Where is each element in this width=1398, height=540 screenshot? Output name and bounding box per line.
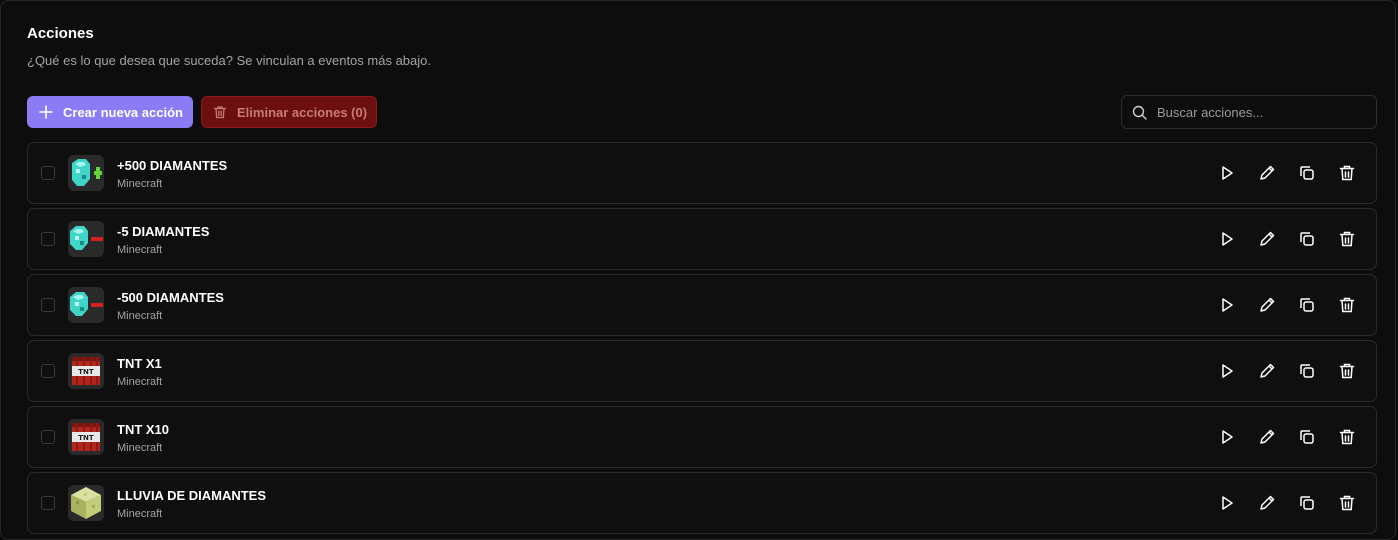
edit-icon[interactable] <box>1258 164 1276 182</box>
action-row[interactable]: +500 DIAMANTES Minecraft <box>27 142 1377 204</box>
edit-icon[interactable] <box>1258 230 1276 248</box>
edit-icon[interactable] <box>1258 362 1276 380</box>
edit-icon[interactable] <box>1258 428 1276 446</box>
action-source: Minecraft <box>117 244 163 256</box>
row-actions <box>1218 296 1356 314</box>
action-row[interactable]: TNT TNT X10 Minecraft <box>27 406 1377 468</box>
action-source: Minecraft <box>117 310 163 322</box>
play-icon[interactable] <box>1218 296 1236 314</box>
trash-icon[interactable] <box>1338 230 1356 248</box>
action-name: LLUVIA DE DIAMANTES <box>117 488 267 503</box>
action-name: -5 DIAMANTES <box>117 224 210 239</box>
sponge-block-icon <box>68 485 104 521</box>
delete-actions-button[interactable]: Eliminar acciones (0) <box>201 96 377 128</box>
copy-icon[interactable] <box>1298 164 1316 182</box>
action-source: Minecraft <box>117 178 163 190</box>
create-action-button[interactable]: Crear nueva acción <box>27 96 193 128</box>
trash-icon[interactable] <box>1338 494 1356 512</box>
row-checkbox[interactable] <box>41 298 55 312</box>
action-name: -500 DIAMANTES <box>117 290 224 305</box>
trash-icon[interactable] <box>1338 164 1356 182</box>
row-actions <box>1218 428 1356 446</box>
trash-icon[interactable] <box>1338 428 1356 446</box>
page-title: Acciones <box>27 25 94 42</box>
tnt-icon: TNT <box>68 353 104 389</box>
copy-icon[interactable] <box>1298 230 1316 248</box>
create-action-label: Crear nueva acción <box>63 104 183 120</box>
play-icon[interactable] <box>1218 164 1236 182</box>
copy-icon[interactable] <box>1298 362 1316 380</box>
svg-text:TNT: TNT <box>78 368 94 376</box>
search-input[interactable] <box>1155 103 1369 121</box>
diamond-minus-icon <box>68 287 104 323</box>
action-row[interactable]: TNT TNT X1 Minecraft <box>27 340 1377 402</box>
play-icon[interactable] <box>1218 428 1236 446</box>
plus-icon <box>39 105 53 119</box>
search-box[interactable] <box>1121 95 1377 129</box>
trash-icon[interactable] <box>1338 296 1356 314</box>
edit-icon[interactable] <box>1258 296 1276 314</box>
row-actions <box>1218 494 1356 512</box>
action-name: TNT X10 <box>117 422 170 437</box>
action-source: Minecraft <box>117 442 163 454</box>
row-checkbox[interactable] <box>41 232 55 246</box>
edit-icon[interactable] <box>1258 494 1276 512</box>
row-actions <box>1218 362 1356 380</box>
play-icon[interactable] <box>1218 362 1236 380</box>
play-icon[interactable] <box>1218 494 1236 512</box>
action-name: +500 DIAMANTES <box>117 158 228 173</box>
row-checkbox[interactable] <box>41 496 55 510</box>
tnt-icon: TNT <box>68 419 104 455</box>
copy-icon[interactable] <box>1298 296 1316 314</box>
action-row[interactable]: -500 DIAMANTES Minecraft <box>27 274 1377 336</box>
copy-icon[interactable] <box>1298 494 1316 512</box>
action-row[interactable]: LLUVIA DE DIAMANTES Minecraft <box>27 472 1377 534</box>
svg-text:TNT: TNT <box>78 434 94 442</box>
diamond-plus-icon <box>68 155 104 191</box>
trash-icon[interactable] <box>1338 362 1356 380</box>
trash-icon <box>213 105 227 119</box>
play-icon[interactable] <box>1218 230 1236 248</box>
page-subtitle: ¿Qué es lo que desea que suceda? Se vinc… <box>27 53 431 68</box>
actions-list: +500 DIAMANTES Minecraft -5 DIAMANTES Mi… <box>27 142 1377 538</box>
action-source: Minecraft <box>117 376 163 388</box>
delete-actions-label: Eliminar acciones (0) <box>237 104 368 120</box>
action-row[interactable]: -5 DIAMANTES Minecraft <box>27 208 1377 270</box>
row-checkbox[interactable] <box>41 166 55 180</box>
row-actions <box>1218 164 1356 182</box>
diamond-minus-icon <box>68 221 104 257</box>
row-checkbox[interactable] <box>41 430 55 444</box>
actions-panel: Acciones ¿Qué es lo que desea que suceda… <box>0 0 1396 540</box>
action-source: Minecraft <box>117 508 163 520</box>
row-checkbox[interactable] <box>41 364 55 378</box>
action-name: TNT X1 <box>117 356 162 371</box>
row-actions <box>1218 230 1356 248</box>
search-icon <box>1132 105 1147 120</box>
copy-icon[interactable] <box>1298 428 1316 446</box>
